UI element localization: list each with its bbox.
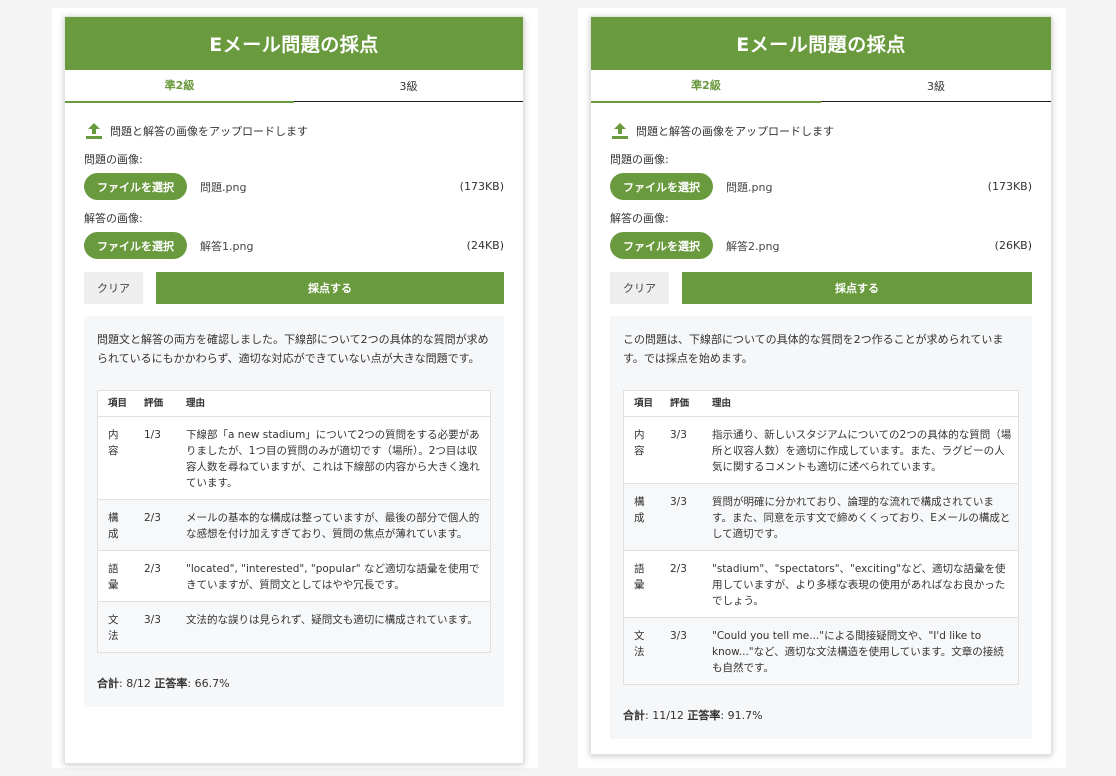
total-summary: 合計: 11/12 正答率: 91.7% <box>623 707 1019 723</box>
row-score: 3/3 <box>660 617 702 685</box>
grade-tabs: 準2級 3級 <box>65 70 523 103</box>
rate-value: : 66.7% <box>187 677 230 690</box>
left-panel-frame: Eメール問題の採点 準2級 3級 問題と解答の画像をアップロードします 問題の画… <box>52 8 538 768</box>
score-table: 項目 評価 理由 内容 3/3 指示通り、新しいスタジアムについての2つの具体的… <box>623 390 1019 685</box>
upload-icon <box>86 123 102 139</box>
table-row: 語彙 2/3 "located", "interested", "popular… <box>97 550 491 602</box>
row-reason: 質問が明確に分かれており、論理的な流れで構成されています。また、同意を示す文で締… <box>702 483 1019 551</box>
answer-file-size: (24KB) <box>466 239 504 252</box>
table-row: 内容 3/3 指示通り、新しいスタジアムについての2つの具体的な質問（場所と収容… <box>623 416 1019 484</box>
answer-choose-file-button[interactable]: ファイルを選択 <box>610 232 713 259</box>
rate-label: 正答率 <box>687 709 721 722</box>
grade-tabs: 準2級 3級 <box>591 70 1051 103</box>
header-score: 評価 <box>134 390 176 417</box>
table-row: 語彙 2/3 "stadium"、"spectators"、"exciting"… <box>623 550 1019 618</box>
page-title: Eメール問題の採点 <box>65 17 523 70</box>
rate-label: 正答率 <box>154 677 188 690</box>
header-item: 項目 <box>623 390 660 417</box>
row-reason: メールの基本的な構成は整っていますが、最後の部分で個人的な感想を付け加えすぎてお… <box>176 499 491 551</box>
header-reason: 理由 <box>702 390 1019 417</box>
answer-choose-file-button[interactable]: ファイルを選択 <box>84 232 187 259</box>
rate-value: : 91.7% <box>720 709 763 722</box>
answer-image-label: 解答の画像: <box>610 212 669 225</box>
question-choose-file-button[interactable]: ファイルを選択 <box>610 173 713 200</box>
result-intro: 問題文と解答の両方を確認しました。下線部について2つの具体的な質問が求められてい… <box>97 333 489 365</box>
upload-hint: 問題と解答の画像をアップロードします <box>610 120 1032 142</box>
table-row: 内容 1/3 下線部「a new stadium」について2つの質問をする必要が… <box>97 416 491 500</box>
upload-icon <box>612 123 628 139</box>
clear-button[interactable]: クリア <box>610 272 669 304</box>
answer-file-row: ファイルを選択 解答2.png (26KB) <box>610 231 1032 260</box>
row-item: 構成 <box>97 499 134 551</box>
clear-button[interactable]: クリア <box>84 272 143 304</box>
row-score: 3/3 <box>134 601 176 653</box>
row-reason: 指示通り、新しいスタジアムについての2つの具体的な質問（場所と収容人数）を適切に… <box>702 416 1019 484</box>
page-title: Eメール問題の採点 <box>591 17 1051 70</box>
answer-file-size: (26KB) <box>994 239 1032 252</box>
result-panel: 問題文と解答の両方を確認しました。下線部について2つの具体的な質問が求められてい… <box>84 316 504 707</box>
question-file-name: 問題.png <box>200 180 247 194</box>
action-row: クリア 採点する <box>610 272 1032 304</box>
tab-pre-2nd-grade[interactable]: 準2級 <box>65 70 294 103</box>
action-row: クリア 採点する <box>84 272 504 304</box>
row-item: 文法 <box>623 617 660 685</box>
answer-image-label: 解答の画像: <box>84 212 143 225</box>
row-score: 1/3 <box>134 416 176 500</box>
question-file-row: ファイルを選択 問題.png (173KB) <box>84 172 504 201</box>
row-reason: "located", "interested", "popular" など適切な… <box>176 550 491 602</box>
row-score: 2/3 <box>134 550 176 602</box>
header-item: 項目 <box>97 390 134 417</box>
table-row: 文法 3/3 "Could you tell me..."による間接疑問文や、"… <box>623 617 1019 685</box>
question-image-label: 問題の画像: <box>610 153 669 166</box>
question-file-row: ファイルを選択 問題.png (173KB) <box>610 172 1032 201</box>
grading-card: Eメール問題の採点 準2級 3級 問題と解答の画像をアップロードします 問題の画… <box>64 16 524 764</box>
right-panel-frame: Eメール問題の採点 準2級 3級 問題と解答の画像をアップロードします 問題の画… <box>578 8 1066 768</box>
tab-3rd-grade[interactable]: 3級 <box>294 70 523 101</box>
answer-file-name: 解答1.png <box>200 239 254 253</box>
question-file-size: (173KB) <box>987 180 1032 193</box>
row-reason: 下線部「a new stadium」について2つの質問をする必要がありましたが、… <box>176 416 491 500</box>
total-value: : 8/12 <box>119 677 155 690</box>
grade-button[interactable]: 採点する <box>682 272 1032 304</box>
upload-hint-text: 問題と解答の画像をアップロードします <box>636 125 834 138</box>
header-score: 評価 <box>660 390 702 417</box>
upload-hint-text: 問題と解答の画像をアップロードします <box>110 125 308 138</box>
total-summary: 合計: 8/12 正答率: 66.7% <box>97 675 491 691</box>
table-row: 文法 3/3 文法的な誤りは見られず、疑問文も適切に構成されています。 <box>97 601 491 653</box>
tab-3rd-grade[interactable]: 3級 <box>821 70 1051 101</box>
question-choose-file-button[interactable]: ファイルを選択 <box>84 173 187 200</box>
row-item: 語彙 <box>623 550 660 618</box>
row-reason: 文法的な誤りは見られず、疑問文も適切に構成されています。 <box>176 601 491 653</box>
score-table: 項目 評価 理由 内容 1/3 下線部「a new stadium」について2つ… <box>97 390 491 653</box>
header-reason: 理由 <box>176 390 491 417</box>
result-intro: この問題は、下線部についての具体的な質問を2つ作ることが求められています。では採… <box>623 333 1004 365</box>
row-reason: "stadium"、"spectators"、"exciting"など、適切な語… <box>702 550 1019 618</box>
grading-card: Eメール問題の採点 準2級 3級 問題と解答の画像をアップロードします 問題の画… <box>590 16 1052 755</box>
total-label: 合計 <box>623 709 645 722</box>
result-panel: この問題は、下線部についての具体的な質問を2つ作ることが求められています。では採… <box>610 316 1032 739</box>
row-score: 3/3 <box>660 483 702 551</box>
row-item: 語彙 <box>97 550 134 602</box>
tab-pre-2nd-grade[interactable]: 準2級 <box>591 70 821 103</box>
question-file-size: (173KB) <box>459 180 504 193</box>
answer-file-row: ファイルを選択 解答1.png (24KB) <box>84 231 504 260</box>
answer-file-name: 解答2.png <box>726 239 780 253</box>
total-value: : 11/12 <box>645 709 688 722</box>
upload-hint: 問題と解答の画像をアップロードします <box>84 120 504 142</box>
row-item: 構成 <box>623 483 660 551</box>
question-image-label: 問題の画像: <box>84 153 143 166</box>
row-score: 3/3 <box>660 416 702 484</box>
row-reason: "Could you tell me..."による間接疑問文や、"I'd lik… <box>702 617 1019 685</box>
total-label: 合計 <box>97 677 119 690</box>
row-item: 文法 <box>97 601 134 653</box>
table-row: 構成 2/3 メールの基本的な構成は整っていますが、最後の部分で個人的な感想を付… <box>97 499 491 551</box>
row-item: 内容 <box>97 416 134 500</box>
question-file-name: 問題.png <box>726 180 773 194</box>
table-row: 構成 3/3 質問が明確に分かれており、論理的な流れで構成されています。また、同… <box>623 483 1019 551</box>
row-score: 2/3 <box>660 550 702 618</box>
row-item: 内容 <box>623 416 660 484</box>
grade-button[interactable]: 採点する <box>156 272 504 304</box>
row-score: 2/3 <box>134 499 176 551</box>
